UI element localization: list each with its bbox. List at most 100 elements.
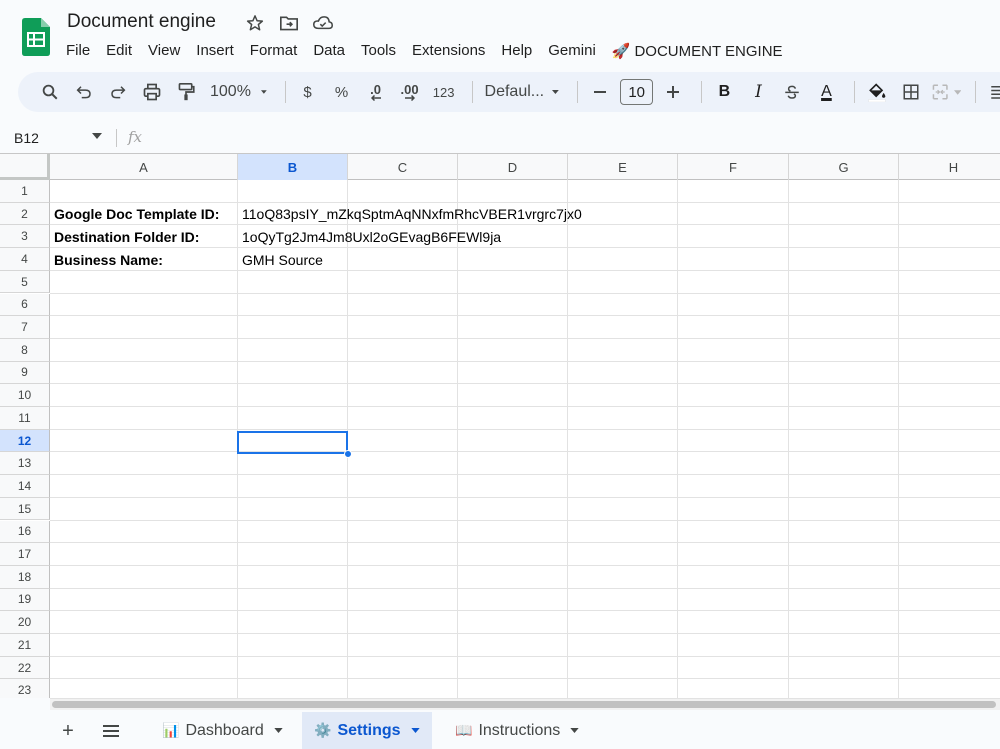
menu-data[interactable]: Data	[305, 40, 353, 62]
menu-insert[interactable]: Insert	[188, 40, 242, 62]
document-title[interactable]: Document engine	[67, 11, 216, 33]
cell-b3[interactable]: 1oQyTg2Jm4Jm8Uxl2oGEvagB6FEWl9ja	[242, 226, 501, 248]
font-size-input[interactable]: 10	[619, 79, 654, 105]
menu-view[interactable]: View	[140, 40, 188, 62]
increase-decimal-button[interactable]: .00	[396, 78, 424, 106]
menu-file[interactable]: File	[58, 40, 98, 62]
menu-extensions[interactable]: Extensions	[404, 40, 493, 62]
column-header-d[interactable]: D	[458, 154, 568, 180]
row-header-3[interactable]: 3	[0, 225, 50, 249]
arrow-right-icon	[404, 94, 415, 101]
italic-button[interactable]: I	[744, 78, 772, 106]
menu-edit[interactable]: Edit	[98, 40, 140, 62]
row-header-23[interactable]: 23	[0, 679, 50, 698]
decrease-font-size-button[interactable]	[586, 78, 614, 106]
fill-handle[interactable]	[344, 450, 352, 458]
sheet-tab-dashboard[interactable]: 📊 Dashboard	[150, 712, 295, 749]
row-header-1[interactable]: 1	[0, 180, 50, 203]
cloud-saved-icon[interactable]	[313, 13, 333, 33]
menu-format[interactable]: Format	[242, 40, 306, 62]
row-header-17[interactable]: 17	[0, 543, 50, 566]
spreadsheet-grid[interactable]: A B C D E F G H 1 2 3 4 5 6 7 8 9 10 11 12 13 14 15 16 1…	[0, 153, 1000, 698]
tab-dropdown-icon[interactable]	[570, 728, 579, 733]
fx-icon: fx	[128, 128, 143, 146]
decrease-decimal-button[interactable]: .0	[362, 78, 390, 106]
zoom-select[interactable]: 100%	[206, 78, 271, 106]
scrollbar-thumb[interactable]	[52, 701, 996, 708]
row-header-13[interactable]: 13	[0, 452, 50, 476]
column-header-g[interactable]: G	[789, 154, 899, 180]
row-header-11[interactable]: 11	[0, 407, 50, 430]
row-header-18[interactable]: 18	[0, 565, 50, 589]
row-header-12[interactable]: 12	[0, 429, 50, 453]
undo-icon[interactable]	[70, 78, 98, 106]
tab-dropdown-icon[interactable]	[410, 728, 420, 733]
row-header-22[interactable]: 22	[0, 656, 50, 680]
text-color-button[interactable]: A	[812, 78, 840, 106]
fill-color-icon[interactable]	[863, 78, 891, 106]
bold-button[interactable]: B	[710, 78, 738, 106]
cell-b4[interactable]: GMH Source	[242, 249, 323, 271]
paint-format-icon[interactable]	[172, 78, 200, 106]
menu-document-engine[interactable]: 🚀 DOCUMENT ENGINE	[604, 40, 791, 62]
row-gridline	[50, 428, 1000, 430]
horizontal-align-icon[interactable]	[984, 78, 1000, 106]
cell-b2[interactable]: 11oQ83psIY_mZkqSptmAqNNxfmRhcVBER1vrgrc7…	[242, 203, 582, 225]
cell-a4[interactable]: Business Name:	[54, 249, 163, 271]
column-header-f[interactable]: F	[678, 154, 789, 180]
column-header-h[interactable]: H	[899, 154, 1000, 180]
row-header-20[interactable]: 20	[0, 611, 50, 634]
increase-font-size-button[interactable]	[659, 78, 687, 106]
column-header-c[interactable]: C	[348, 154, 458, 180]
formula-bar: B12 fx	[0, 124, 1000, 152]
add-sheet-icon[interactable]: +	[56, 720, 80, 742]
all-sheets-icon[interactable]	[99, 720, 123, 742]
sheet-tab-settings[interactable]: ⚙️ Settings	[302, 712, 432, 749]
toolbar-divider	[854, 81, 856, 103]
row-header-2[interactable]: 2	[0, 202, 50, 226]
name-box-dropdown-icon[interactable]	[92, 133, 102, 139]
merge-cells-icon[interactable]	[931, 78, 962, 106]
borders-icon[interactable]	[897, 78, 925, 106]
gear-icon: ⚙️	[314, 722, 332, 738]
menu-gemini[interactable]: Gemini	[540, 40, 604, 62]
column-header-b[interactable]: B	[238, 154, 348, 180]
row-header-15[interactable]: 15	[0, 497, 50, 521]
name-box[interactable]: B12	[14, 130, 39, 146]
format-percent-button[interactable]: %	[328, 78, 356, 106]
search-menus-icon[interactable]	[36, 78, 64, 106]
row-header-19[interactable]: 19	[0, 588, 50, 612]
redo-icon[interactable]	[104, 78, 132, 106]
select-all-corner[interactable]	[0, 154, 50, 180]
row-header-6[interactable]: 6	[0, 293, 50, 317]
row-header-21[interactable]: 21	[0, 634, 50, 657]
font-select[interactable]: Defaul...	[481, 78, 563, 106]
cell-a2[interactable]: Google Doc Template ID:	[54, 203, 219, 225]
row-header-9[interactable]: 9	[0, 361, 50, 385]
row-header-7[interactable]: 7	[0, 316, 50, 339]
format-currency-button[interactable]: $	[294, 78, 322, 106]
menu-help[interactable]: Help	[493, 40, 540, 62]
row-header-16[interactable]: 16	[0, 520, 50, 544]
star-icon[interactable]	[245, 13, 265, 33]
cell-a3[interactable]: Destination Folder ID:	[54, 226, 199, 248]
menu-tools[interactable]: Tools	[353, 40, 404, 62]
row-header-5[interactable]: 5	[0, 270, 50, 294]
print-icon[interactable]	[138, 78, 166, 106]
column-header-a[interactable]: A	[50, 154, 238, 180]
tab-dropdown-icon[interactable]	[274, 728, 283, 733]
row-header-8[interactable]: 8	[0, 338, 50, 362]
row-header-4[interactable]: 4	[0, 248, 50, 271]
toolbar-divider	[284, 81, 286, 103]
row-header-10[interactable]: 10	[0, 384, 50, 407]
sheets-logo-icon[interactable]	[22, 18, 50, 56]
menu-document-engine-label: DOCUMENT ENGINE	[634, 43, 783, 60]
move-to-folder-icon[interactable]	[279, 13, 299, 33]
active-cell-selection[interactable]	[237, 431, 348, 454]
more-formats-button[interactable]: 123	[430, 78, 458, 106]
horizontal-scrollbar[interactable]	[50, 698, 1000, 710]
strikethrough-icon[interactable]	[778, 78, 806, 106]
sheet-tab-instructions[interactable]: 📖 Instructions	[443, 712, 591, 749]
row-header-14[interactable]: 14	[0, 475, 50, 498]
column-header-e[interactable]: E	[568, 154, 678, 180]
